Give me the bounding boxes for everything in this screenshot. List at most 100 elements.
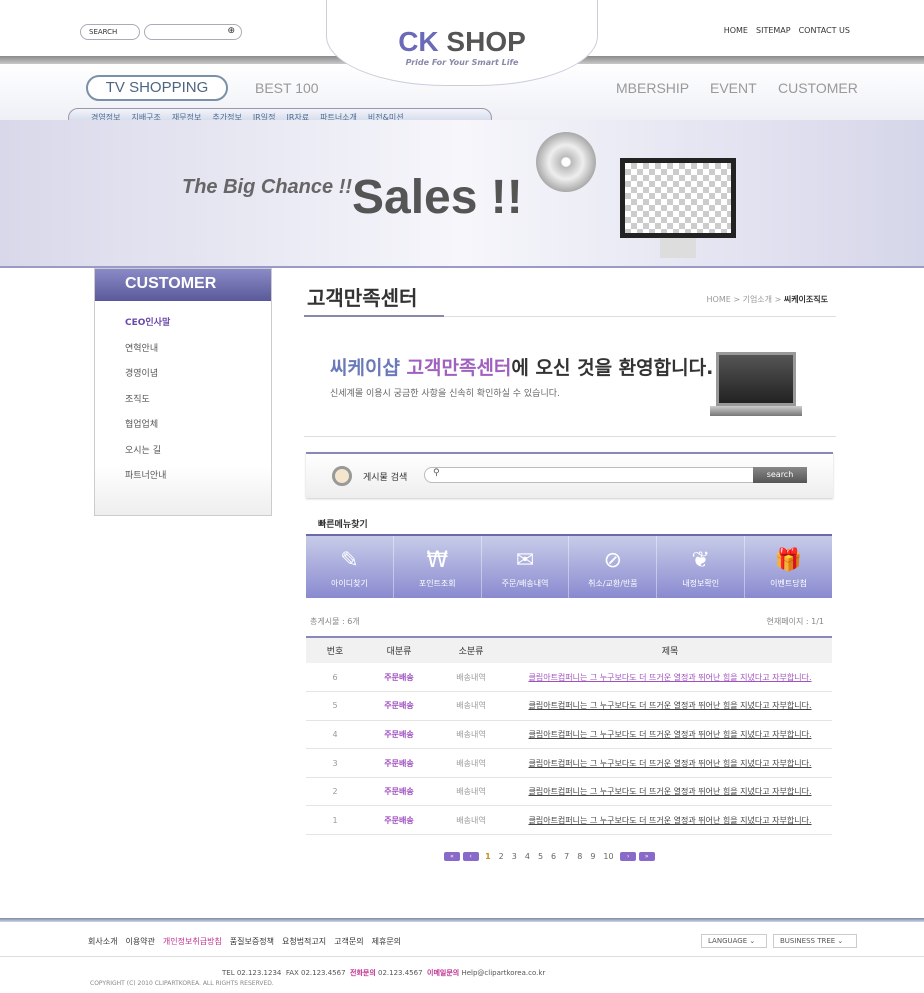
fax: FAX 02.123.4567 xyxy=(285,969,346,977)
col-title: 제목 xyxy=(508,636,832,663)
board-search-input[interactable]: ⚲ xyxy=(424,467,754,483)
footer-link[interactable]: 이용약관 xyxy=(125,937,154,946)
breadcrumb: HOME > 기업소개 > 씨케이조직도 xyxy=(706,295,829,304)
sitemap-link[interactable]: SITEMAP xyxy=(756,26,791,35)
search-icon: ⚲ xyxy=(433,468,440,478)
quick-cancel[interactable]: ⊘ 취소/교환/반품 xyxy=(569,536,658,598)
pagination: « ‹ 1 2 3 4 5 6 7 8 9 10 › » xyxy=(444,852,655,861)
nav-membership[interactable]: MBERSHIP xyxy=(616,80,689,96)
first-page-icon[interactable]: « xyxy=(444,852,460,861)
contact-link[interactable]: CONTACT US xyxy=(799,26,850,35)
nav-customer[interactable]: CUSTOMER xyxy=(778,80,858,96)
footer-link[interactable]: 품질보증정책 xyxy=(230,937,274,946)
footer-link[interactable]: 회사소개 xyxy=(88,937,117,946)
crumb-home[interactable]: HOME xyxy=(707,295,731,304)
page-link[interactable]: 4 xyxy=(525,852,530,861)
table-row[interactable]: 5 주문배송 배송내역 클립아트컴퍼니는 그 누구보다도 더 뜨거운 열정과 뛰어난 … xyxy=(306,691,832,721)
post-title-link[interactable]: 클립아트컴퍼니는 그 누구보다도 더 뜨거운 열정과 뛰어난 힘을 지녔다고 자… xyxy=(528,816,811,825)
quick-orders[interactable]: ✉ 주문/배송내역 xyxy=(482,536,570,598)
footer-link[interactable]: 요청법적고지 xyxy=(282,937,326,946)
page-link[interactable]: 6 xyxy=(551,852,556,861)
post-title-link[interactable]: 클립아트컴퍼니는 그 누구보다도 더 뜨거운 열정과 뛰어난 힘을 지녔다고 자… xyxy=(528,673,811,682)
email-label: 이메일문의 xyxy=(427,969,460,977)
business-tree-select[interactable]: BUSINESS TREE ⌄ xyxy=(773,934,857,948)
footer-link[interactable]: 제휴문의 xyxy=(372,937,401,946)
page-title: 고객만족센터 xyxy=(307,286,418,310)
sidebar-item-history[interactable]: 연혁안내 xyxy=(125,341,241,367)
sidebar: CUSTOMER CEO인사말 연혁안내 경영이념 조직도 협업업체 오시는 길… xyxy=(94,268,272,516)
prev-page-icon[interactable]: ‹ xyxy=(462,852,479,861)
quick-label: 이벤트당첨 xyxy=(770,579,807,588)
board-table: 번호 대분류 소분류 제목 6 주문배송 배송내역 클립아트컴퍼니는 그 누구보다도 … xyxy=(306,636,832,836)
total-count: 총게시물 : 6개 xyxy=(310,617,360,626)
quick-find-id[interactable]: ✎ 아이디찾기 xyxy=(306,536,394,598)
footer-divider xyxy=(0,918,924,922)
header-search-input[interactable]: ⊕ xyxy=(144,24,242,40)
home-link[interactable]: HOME xyxy=(724,26,748,35)
page-link[interactable]: 10 xyxy=(603,852,613,861)
post-title-link[interactable]: 클립아트컴퍼니는 그 누구보다도 더 뜨거운 열정과 뛰어난 힘을 지녔다고 자… xyxy=(528,730,811,739)
cell-number: 6 xyxy=(306,663,364,693)
quick-points[interactable]: ₩ 포인트조회 xyxy=(394,536,482,598)
cell-category: 주문배송 xyxy=(364,663,434,693)
logo-ck: CK xyxy=(398,26,439,57)
footer-links: 회사소개 이용약관 개인정보취급방침 품질보증정책 요청법적고지 고객문의 제휴문의 xyxy=(88,936,409,947)
hero-tagline: The Big Chance !! xyxy=(182,176,353,198)
sidebar-item-partners[interactable]: 협업업체 xyxy=(125,417,241,443)
quick-my-info[interactable]: ❦ 내정보확인 xyxy=(657,536,746,598)
table-row[interactable]: 4 주문배송 배송내역 클립아트컴퍼니는 그 누구보다도 더 뜨거운 열정과 뛰어난 … xyxy=(306,720,832,750)
page-link[interactable]: 7 xyxy=(564,852,569,861)
page-link[interactable]: 8 xyxy=(577,852,582,861)
cell-subcategory: 배송내역 xyxy=(434,691,508,721)
col-subcategory: 소분류 xyxy=(434,636,508,663)
post-title-link[interactable]: 클립아트컴퍼니는 그 누구보다도 더 뜨거운 열정과 뛰어난 힘을 지녔다고 자… xyxy=(528,759,811,768)
crumb-item[interactable]: 기업소개 xyxy=(743,295,772,304)
divider xyxy=(0,956,924,957)
quick-label: 주문/배송내역 xyxy=(501,579,549,588)
logo[interactable]: CK SHOP Pride For Your Smart Life xyxy=(326,0,598,86)
search-button[interactable]: search xyxy=(753,467,807,483)
plant-hands-icon: ❦ xyxy=(691,548,710,573)
board-search-label: 게시물 검색 xyxy=(363,473,408,483)
divider xyxy=(304,436,836,437)
table-row[interactable]: 2 주문배송 배송내역 클립아트컴퍼니는 그 누구보다도 더 뜨거운 열정과 뛰어난 … xyxy=(306,777,832,807)
page-link[interactable]: 2 xyxy=(499,852,504,861)
sidebar-item-org[interactable]: 조직도 xyxy=(125,392,241,418)
hero-title: Sales !! xyxy=(352,171,523,224)
quick-event[interactable]: 🎁 이벤트당첨 xyxy=(745,536,832,598)
sidebar-item-philosophy[interactable]: 경영이념 xyxy=(125,366,241,392)
nav-best[interactable]: BEST 100 xyxy=(255,80,319,96)
email-link[interactable]: Help@clipartkorea.co.kr xyxy=(461,969,545,977)
cell-subcategory: 배송내역 xyxy=(434,748,508,778)
logo-shop: SHOP xyxy=(438,26,526,57)
page-link[interactable]: 9 xyxy=(590,852,595,861)
cell-category: 주문배송 xyxy=(364,777,434,807)
footer-link-privacy[interactable]: 개인정보취급방침 xyxy=(163,937,222,946)
cell-title: 클립아트컴퍼니는 그 누구보다도 더 뜨거운 열정과 뛰어난 힘을 지녔다고 자… xyxy=(508,777,832,807)
zoom-search-icon[interactable]: ⊕ xyxy=(227,26,235,36)
sidebar-item-directions[interactable]: 오시는 길 xyxy=(125,443,241,469)
language-select[interactable]: LANGUAGE ⌄ xyxy=(701,934,767,948)
business-label: BUSINESS TREE xyxy=(780,937,836,945)
table-row[interactable]: 1 주문배송 배송내역 클립아트컴퍼니는 그 누구보다도 더 뜨거운 열정과 뛰어난 … xyxy=(306,805,832,836)
sidebar-item-partner-info[interactable]: 파트너안내 xyxy=(125,468,241,494)
cell-subcategory: 배송내역 xyxy=(434,805,508,836)
post-title-link[interactable]: 클립아트컴퍼니는 그 누구보다도 더 뜨거운 열정과 뛰어난 힘을 지녔다고 자… xyxy=(528,787,811,796)
monitor-icon xyxy=(620,158,736,238)
page-link[interactable]: 1 xyxy=(485,852,491,861)
page-link[interactable]: 5 xyxy=(538,852,543,861)
page-link[interactable]: 3 xyxy=(512,852,517,861)
quick-label: 포인트조회 xyxy=(418,579,456,588)
post-title-link[interactable]: 클립아트컴퍼니는 그 누구보다도 더 뜨거운 열정과 뛰어난 힘을 지녔다고 자… xyxy=(528,701,811,710)
sidebar-title: CUSTOMER xyxy=(95,269,271,301)
nav-event[interactable]: EVENT xyxy=(710,80,757,96)
nav-tv-shopping[interactable]: TV SHOPPING xyxy=(86,75,228,101)
table-row[interactable]: 3 주문배송 배송내역 클립아트컴퍼니는 그 누구보다도 더 뜨거운 열정과 뛰어난 … xyxy=(306,748,832,778)
table-row[interactable]: 6 주문배송 배송내역 클립아트컴퍼니는 그 누구보다도 더 뜨거운 열정과 뛰어난 … xyxy=(306,663,832,693)
last-page-icon[interactable]: » xyxy=(638,852,655,861)
footer-link[interactable]: 고객문의 xyxy=(334,937,363,946)
next-page-icon[interactable]: › xyxy=(620,852,637,861)
crumb-current: 씨케이조직도 xyxy=(783,295,828,304)
cell-number: 1 xyxy=(306,805,364,836)
sidebar-item-ceo[interactable]: CEO인사말 xyxy=(125,315,241,341)
